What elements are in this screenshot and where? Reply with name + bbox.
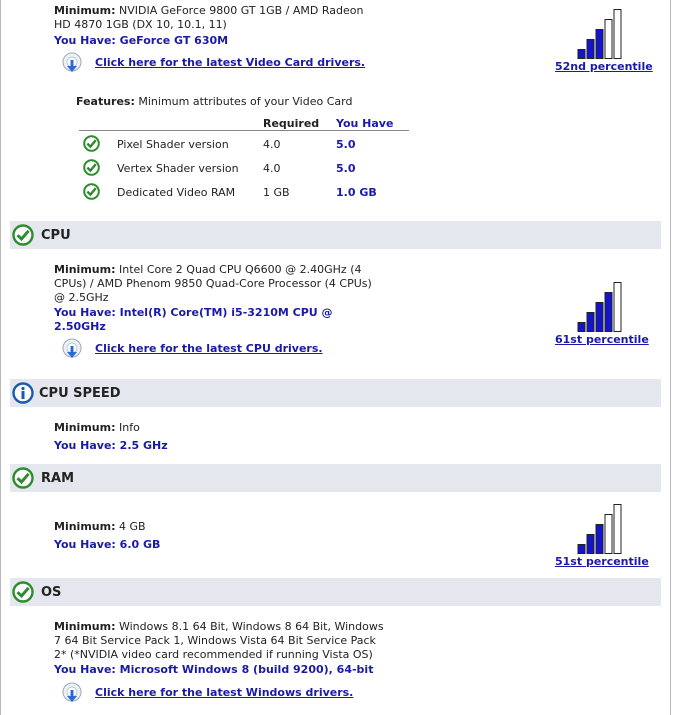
percentile-bar	[586, 39, 595, 59]
table-row-you-have: 5.0	[336, 162, 356, 175]
os-minimum-line1: Windows 8.1 64 Bit, Windows 8 64 Bit, Wi…	[118, 620, 384, 633]
table-row-required: 4.0	[263, 162, 281, 175]
percentile-bar	[577, 322, 586, 332]
col-you-have-header: You Have	[336, 117, 394, 130]
video-percentile-bars	[577, 9, 622, 59]
percentile-bar	[595, 524, 604, 554]
video-minimum-label: Minimum:	[54, 4, 116, 17]
table-row-name: Dedicated Video RAM	[117, 186, 236, 199]
cpu-driver-link[interactable]: Click here for the latest CPU drivers.	[95, 342, 323, 355]
os-minimum-label: Minimum:	[54, 620, 116, 633]
check-icon	[83, 135, 100, 152]
table-row-required: 4.0	[263, 138, 281, 151]
ram-minimum: Minimum: 4 GB	[54, 520, 146, 533]
cpu-minimum: Minimum: Intel Core 2 Quad CPU Q6600 @ 2…	[54, 263, 372, 305]
table-header-rule	[79, 130, 409, 131]
section-header-cpu: CPU	[10, 221, 661, 249]
video-minimum-line2: HD 4870 1GB (DX 10, 10.1, 11)	[54, 18, 227, 31]
table-row-name: Vertex Shader version	[117, 162, 239, 175]
cpu-minimum-label: Minimum:	[54, 263, 116, 276]
table-row-you-have: 1.0 GB	[336, 186, 377, 199]
features-line: Features: Minimum attributes of your Vid…	[76, 95, 352, 108]
col-required-header: Required	[263, 117, 320, 130]
ram-percentile-bars	[577, 504, 622, 554]
percentile-bar	[604, 514, 613, 554]
video-percentile-link[interactable]: 52nd percentile	[555, 60, 653, 73]
left-border	[0, 0, 1, 715]
percentile-bar	[613, 282, 622, 332]
download-icon[interactable]	[61, 338, 83, 360]
os-minimum-line2: 7 64 Bit Service Pack 1, Windows Vista 6…	[54, 634, 376, 647]
percentile-bar	[604, 292, 613, 332]
percentile-bar	[586, 312, 595, 332]
video-minimum-line1: NVIDIA GeForce 9800 GT 1GB / AMD Radeon	[118, 4, 364, 17]
ram-percentile-link[interactable]: 51st percentile	[555, 555, 649, 568]
ram-minimum-value: 4 GB	[118, 520, 146, 533]
ram-minimum-label: Minimum:	[54, 520, 116, 533]
features-label: Features:	[76, 95, 135, 108]
check-icon	[83, 183, 100, 200]
cpu-minimum-line3: @ 2.5GHz	[54, 291, 109, 304]
video-minimum: Minimum: NVIDIA GeForce 9800 GT 1GB / AM…	[54, 4, 363, 32]
percentile-bar	[577, 544, 586, 554]
check-icon	[12, 581, 34, 603]
percentile-bar	[604, 19, 613, 59]
percentile-bar	[595, 302, 604, 332]
cpu-percentile-bars	[577, 282, 622, 332]
table-row-required: 1 GB	[263, 186, 290, 199]
cpu-you-have-line2: 2.50GHz	[54, 320, 106, 333]
percentile-bar	[577, 49, 586, 59]
download-icon[interactable]	[61, 52, 83, 74]
ram-you-have: You Have: 6.0 GB	[54, 538, 161, 551]
features-desc: Minimum attributes of your Video Card	[138, 95, 353, 108]
check-icon	[12, 467, 34, 489]
section-title: CPU	[41, 228, 71, 243]
check-icon	[12, 224, 34, 246]
video-you-have: You Have: GeForce GT 630M	[54, 34, 229, 47]
cpu-percentile-link[interactable]: 61st percentile	[555, 333, 649, 346]
percentile-bar	[613, 504, 622, 554]
percentile-bar	[586, 534, 595, 554]
percentile-bar	[613, 9, 622, 59]
cpu-speed-minimum-label: Minimum:	[54, 421, 116, 434]
cpu-minimum-line1: Intel Core 2 Quad CPU Q6600 @ 2.40GHz (4	[118, 263, 362, 276]
os-driver-link[interactable]: Click here for the latest Windows driver…	[95, 686, 353, 699]
section-header-ram: RAM	[10, 464, 661, 492]
section-header-cpu-speed: CPU SPEED	[10, 379, 661, 407]
table-row-you-have: 5.0	[336, 138, 356, 151]
section-title: RAM	[41, 471, 75, 486]
section-title: OS	[41, 585, 62, 600]
percentile-bar	[595, 29, 604, 59]
cpu-speed-minimum-value: Info	[118, 421, 140, 434]
info-icon	[12, 382, 34, 404]
section-header-os: OS	[10, 578, 661, 606]
section-title: CPU SPEED	[39, 386, 121, 401]
cpu-you-have-line1: You Have: Intel(R) Core(TM) i5-3210M CPU…	[54, 306, 333, 319]
cpu-speed-you-have: You Have: 2.5 GHz	[54, 439, 168, 452]
os-minimum: Minimum: Windows 8.1 64 Bit, Windows 8 6…	[54, 620, 384, 662]
cpu-speed-minimum: Minimum: Info	[54, 421, 140, 434]
cpu-you-have: You Have: Intel(R) Core(TM) i5-3210M CPU…	[54, 306, 333, 334]
cpu-minimum-line2: CPUs) / AMD Phenom 9850 Quad-Core Proces…	[54, 277, 372, 290]
os-minimum-line3: 2* (*NVIDIA video card recommended if ru…	[54, 648, 373, 661]
video-driver-link[interactable]: Click here for the latest Video Card dri…	[95, 56, 365, 69]
download-icon[interactable]	[61, 682, 83, 704]
check-icon	[83, 159, 100, 176]
os-you-have: You Have: Microsoft Windows 8 (build 920…	[54, 663, 374, 676]
right-border	[670, 0, 671, 715]
table-row-name: Pixel Shader version	[117, 138, 229, 151]
